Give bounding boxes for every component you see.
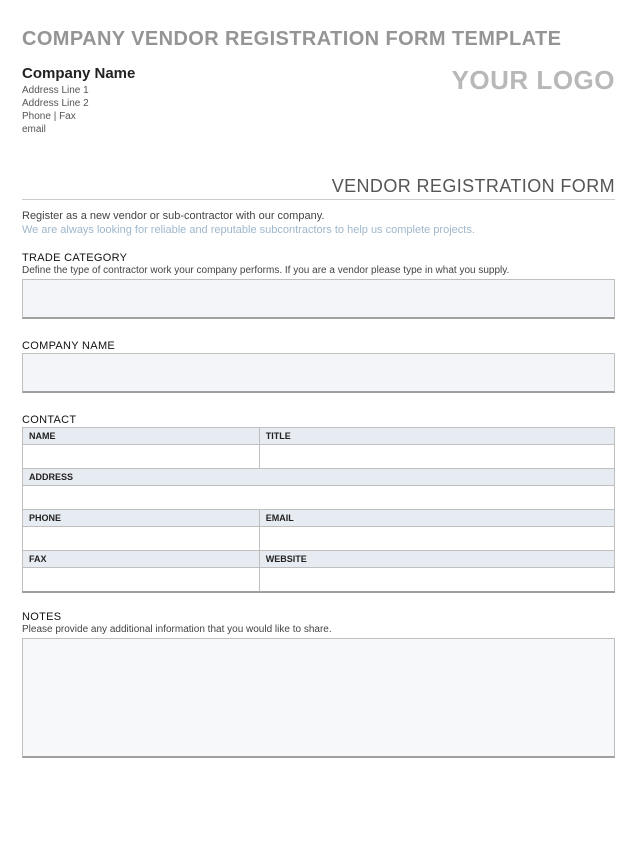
form-heading: VENDOR REGISTRATION FORM [22, 176, 615, 200]
trade-category-label: TRADE CATEGORY [22, 252, 615, 264]
contact-name-header: NAME [23, 428, 260, 445]
contact-title-input[interactable] [266, 451, 608, 463]
notes-input[interactable] [22, 638, 615, 758]
contact-label: CONTACT [22, 414, 615, 426]
contact-address-input[interactable] [29, 492, 608, 504]
trade-category-hint: Define the type of contractor work your … [22, 265, 615, 276]
logo-placeholder: YOUR LOGO [452, 65, 615, 96]
company-info-block: Company Name Address Line 1 Address Line… [22, 65, 135, 136]
company-address-2: Address Line 2 [22, 97, 135, 110]
trade-category-input[interactable] [22, 279, 615, 319]
contact-address-header: ADDRESS [23, 469, 615, 486]
header-row: Company Name Address Line 1 Address Line… [22, 65, 615, 136]
company-name-label: COMPANY NAME [22, 340, 615, 352]
contact-website-input[interactable] [266, 573, 608, 585]
company-phone-fax: Phone | Fax [22, 110, 135, 123]
page-title: COMPANY VENDOR REGISTRATION FORM TEMPLAT… [22, 28, 615, 51]
contact-table: NAME TITLE ADDRESS PHONE EMAIL FAX WEBSI… [22, 427, 615, 593]
contact-fax-input[interactable] [29, 573, 253, 585]
contact-email-header: EMAIL [259, 510, 614, 527]
contact-phone-header: PHONE [23, 510, 260, 527]
company-name-input[interactable] [22, 353, 615, 393]
contact-phone-input[interactable] [29, 533, 253, 545]
intro-line-2: We are always looking for reliable and r… [22, 224, 615, 236]
notes-hint: Please provide any additional informatio… [22, 624, 615, 635]
contact-name-input[interactable] [29, 451, 253, 463]
contact-email-input[interactable] [266, 533, 608, 545]
company-address-1: Address Line 1 [22, 84, 135, 97]
company-name: Company Name [22, 65, 135, 82]
contact-fax-header: FAX [23, 551, 260, 568]
notes-label: NOTES [22, 611, 615, 623]
contact-title-header: TITLE [259, 428, 614, 445]
company-email: email [22, 123, 135, 136]
intro-line-1: Register as a new vendor or sub-contract… [22, 210, 615, 222]
contact-website-header: WEBSITE [259, 551, 614, 568]
